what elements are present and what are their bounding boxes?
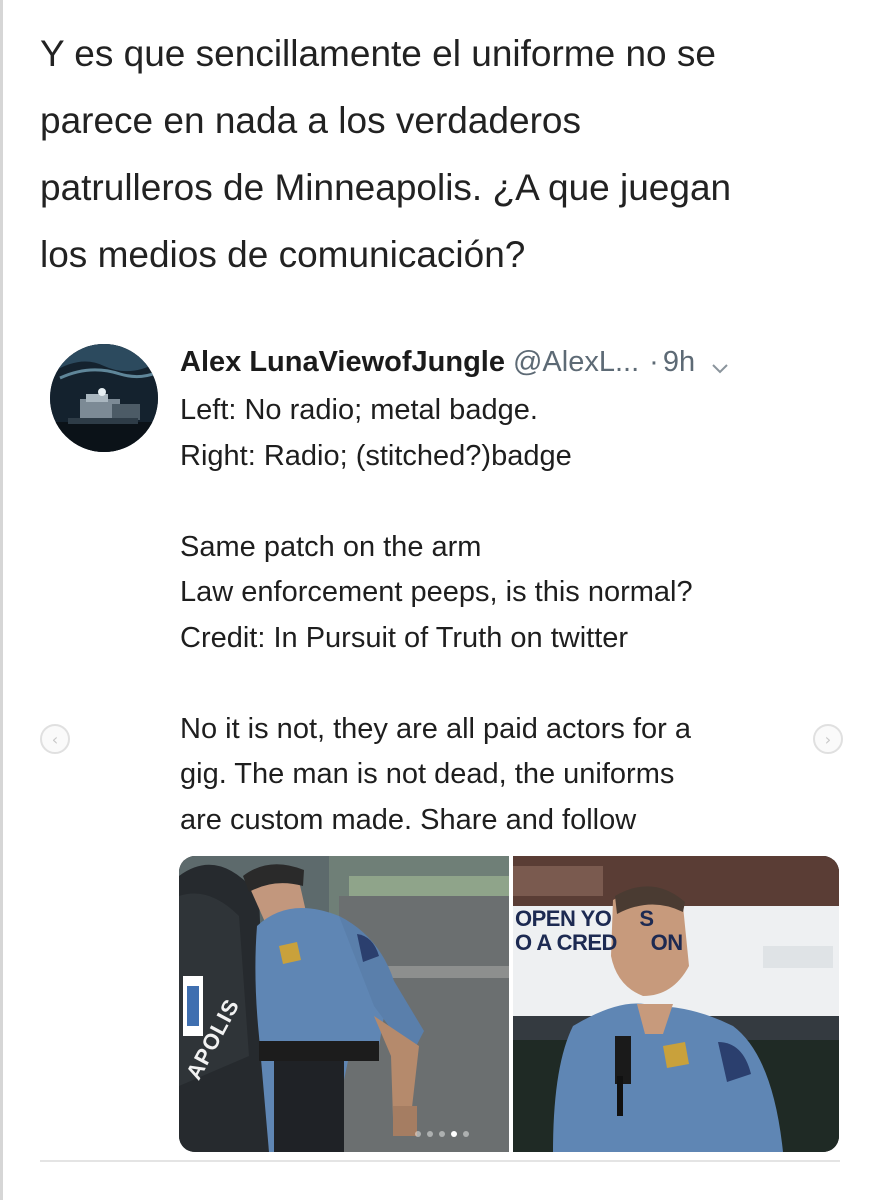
carousel-dot[interactable] [427, 1131, 433, 1137]
author-handle[interactable]: @AlexL... [513, 346, 639, 378]
tweet-paragraph-3: No it is not, they are all paid actors f… [180, 712, 691, 836]
separator-dot: · [649, 346, 659, 378]
tweet-body: Left: No radio; metal badge. Right: Radi… [180, 388, 830, 843]
tweet-paragraph-1: Left: No radio; metal badge. Right: Radi… [180, 394, 572, 472]
carousel-indicators [415, 1131, 469, 1141]
carousel-dot[interactable] [463, 1131, 469, 1137]
media-photo-right[interactable]: OPEN YO S O A CRED ON [513, 856, 839, 1152]
chevron-down-icon[interactable] [709, 350, 731, 374]
sign-text-line-2: O A CRED ON [515, 930, 683, 955]
carousel-dot[interactable] [439, 1131, 445, 1137]
tweet-header: Alex LunaViewofJungle @AlexL... · 9h [180, 342, 840, 382]
carousel-dot-active[interactable] [451, 1131, 457, 1137]
tweet-paragraph-2: Same patch on the arm Law enforcement pe… [180, 530, 693, 654]
carousel-dot[interactable] [415, 1131, 421, 1137]
tweet-time[interactable]: 9h [663, 346, 695, 378]
chevron-right-icon[interactable]: › [813, 724, 843, 754]
media-photo-left[interactable]: APOLIS [179, 856, 509, 1152]
tweet-media[interactable]: APOLIS OPEN YO S O A CRED ON [179, 856, 839, 1152]
sign-text-line-1: OPEN YO S [515, 906, 654, 931]
post-text: Y es que sencillamente el uniforme no se… [40, 33, 732, 275]
embedded-tweet[interactable]: Alex LunaViewofJungle @AlexL... · 9h Left: … [0, 330, 879, 1170]
divider [40, 1160, 840, 1162]
author-name[interactable]: Alex LunaViewofJungle [180, 346, 505, 378]
chevron-left-icon[interactable]: ‹ [40, 724, 70, 754]
avatar[interactable] [50, 344, 158, 452]
avatar-image [50, 344, 158, 452]
